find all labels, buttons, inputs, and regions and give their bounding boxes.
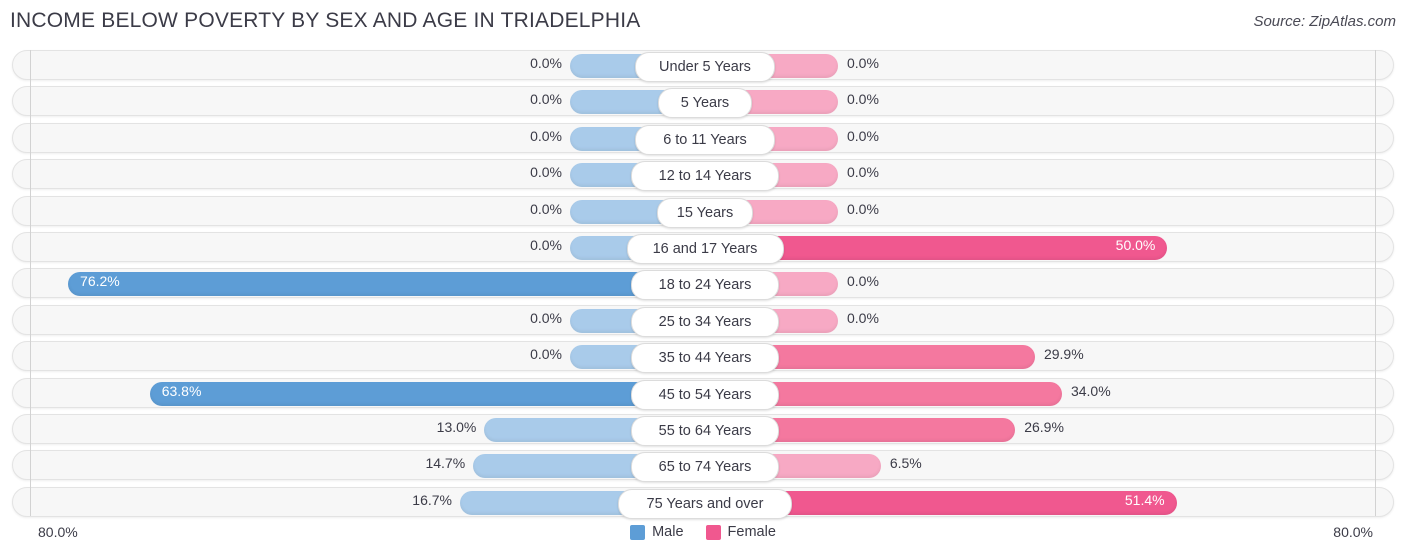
- row-bars: 0.0% 0.0% 6 to 11 Years: [13, 124, 1395, 155]
- category-label: 6 to 11 Years: [635, 124, 775, 155]
- bar-value-female: 29.9%: [1043, 346, 1084, 363]
- table-row: 0.0% 0.0% 12 to 14 Years: [12, 159, 1395, 192]
- bar-value-male: 0.0%: [530, 55, 562, 71]
- bar-value-female: 0.0%: [847, 200, 879, 217]
- bar-value-female: 0.0%: [847, 127, 879, 144]
- table-row: 63.8% 34.0% 45 to 54 Years: [12, 377, 1395, 410]
- category-label: 16 and 17 Years: [626, 234, 784, 264]
- bar-value-female: 0.0%: [847, 55, 879, 71]
- bar-value-female: 34.0%: [1070, 382, 1111, 399]
- category-label: 12 to 14 Years: [630, 161, 780, 192]
- row-bars: 14.7% 6.5% 65 to 74 Years: [13, 451, 1395, 483]
- row-bars: 0.0% 50.0% 16 and 17 Years: [13, 233, 1395, 264]
- bar-value-male: 13.0%: [436, 419, 477, 435]
- row-bars: 13.0% 26.9% 55 to 64 Years: [13, 415, 1395, 446]
- bar-value-female: 0.0%: [847, 309, 879, 326]
- bar-value-male: 63.8%: [161, 382, 202, 399]
- row-bars: 0.0% 0.0% Under 5 Years: [13, 51, 1395, 82]
- row-bars: 0.0% 0.0% 15 Years: [13, 197, 1395, 228]
- table-row: 0.0% 0.0% 15 Years: [12, 195, 1395, 228]
- bar-male: [149, 381, 704, 406]
- legend-label: Male: [652, 524, 684, 540]
- row-bars: 0.0% 0.0% 12 to 14 Years: [13, 160, 1395, 192]
- diverging-bar-chart: 0.0% 0.0% Under 5 Years 0.0% 0.0% 5 Years 0.0%…: [0, 50, 1406, 519]
- category-label: 75 Years and over: [617, 488, 793, 519]
- category-label: 5 Years: [658, 88, 752, 119]
- bar-value-female: 26.9%: [1024, 419, 1064, 435]
- legend-label: Female: [727, 524, 776, 540]
- table-row: 14.7% 6.5% 65 to 74 Years: [12, 450, 1395, 483]
- table-row: 0.0% 0.0% Under 5 Years: [12, 50, 1395, 82]
- legend-swatch-icon: [630, 524, 646, 540]
- table-row: 76.2% 0.0% 18 to 24 Years: [12, 268, 1395, 301]
- category-label: 25 to 34 Years: [630, 306, 780, 337]
- bar-value-female: 0.0%: [847, 91, 879, 108]
- chart-header: INCOME BELOW POVERTY BY SEX AND AGE IN T…: [0, 0, 1406, 42]
- row-bars: 0.0% 0.0% 5 Years: [13, 87, 1395, 119]
- bar-value-female: 6.5%: [889, 455, 922, 472]
- table-row: 0.0% 0.0% 5 Years: [12, 86, 1395, 119]
- bar-value-male: 16.7%: [412, 491, 452, 508]
- bar-value-male: 0.0%: [530, 237, 562, 253]
- category-label: 55 to 64 Years: [630, 416, 780, 446]
- bar-value-male: 0.0%: [530, 164, 562, 181]
- legend-swatch-icon: [705, 524, 721, 540]
- table-row: 0.0% 0.0% 6 to 11 Years: [12, 122, 1395, 155]
- table-row: 0.0% 29.9% 35 to 44 Years: [12, 341, 1395, 374]
- bar-value-male: 0.0%: [530, 91, 562, 108]
- axis-line-right: [1375, 50, 1376, 516]
- bar-value-male: 0.0%: [530, 309, 562, 326]
- category-label: 18 to 24 Years: [630, 270, 780, 301]
- category-label: 35 to 44 Years: [630, 343, 780, 374]
- bar-value-female: 0.0%: [847, 164, 879, 181]
- axis-line-left: [30, 50, 31, 516]
- table-row: 13.0% 26.9% 55 to 64 Years: [12, 414, 1395, 446]
- bar-value-male: 0.0%: [530, 346, 562, 363]
- bar-value-male: 14.7%: [425, 455, 466, 472]
- chart-legend: Male Female: [0, 524, 1406, 540]
- row-bars: 76.2% 0.0% 18 to 24 Years: [13, 269, 1395, 301]
- category-label: 15 Years: [656, 197, 754, 228]
- row-bars: 0.0% 29.9% 35 to 44 Years: [13, 342, 1395, 374]
- table-row: 0.0% 0.0% 25 to 34 Years: [12, 304, 1395, 337]
- bar-value-female: 0.0%: [847, 273, 879, 290]
- row-bars: 63.8% 34.0% 45 to 54 Years: [13, 379, 1395, 410]
- category-label: 45 to 54 Years: [630, 379, 780, 410]
- category-label: Under 5 Years: [635, 52, 775, 82]
- row-bars: 16.7% 51.4% 75 Years and over: [13, 488, 1395, 519]
- page-title: INCOME BELOW POVERTY BY SEX AND AGE IN T…: [10, 9, 641, 32]
- bar-value-male: 0.0%: [530, 127, 562, 144]
- chart-footer: 80.0% 80.0% Male Female: [0, 518, 1406, 559]
- bar-value-male: 76.2%: [80, 273, 120, 290]
- bar-value-male: 0.0%: [530, 200, 562, 217]
- row-bars: 0.0% 0.0% 25 to 34 Years: [13, 306, 1395, 337]
- table-row: 16.7% 51.4% 75 Years and over: [12, 486, 1395, 519]
- bar-value-female: 50.0%: [1115, 237, 1156, 253]
- bar-male: [68, 272, 704, 297]
- source-attribution: Source: ZipAtlas.com: [1253, 13, 1396, 30]
- legend-item[interactable]: Male: [630, 524, 684, 540]
- table-row: 0.0% 50.0% 16 and 17 Years: [12, 232, 1395, 264]
- category-label: 65 to 74 Years: [630, 452, 780, 483]
- bar-value-female: 51.4%: [1124, 491, 1165, 508]
- legend-item[interactable]: Female: [705, 524, 776, 540]
